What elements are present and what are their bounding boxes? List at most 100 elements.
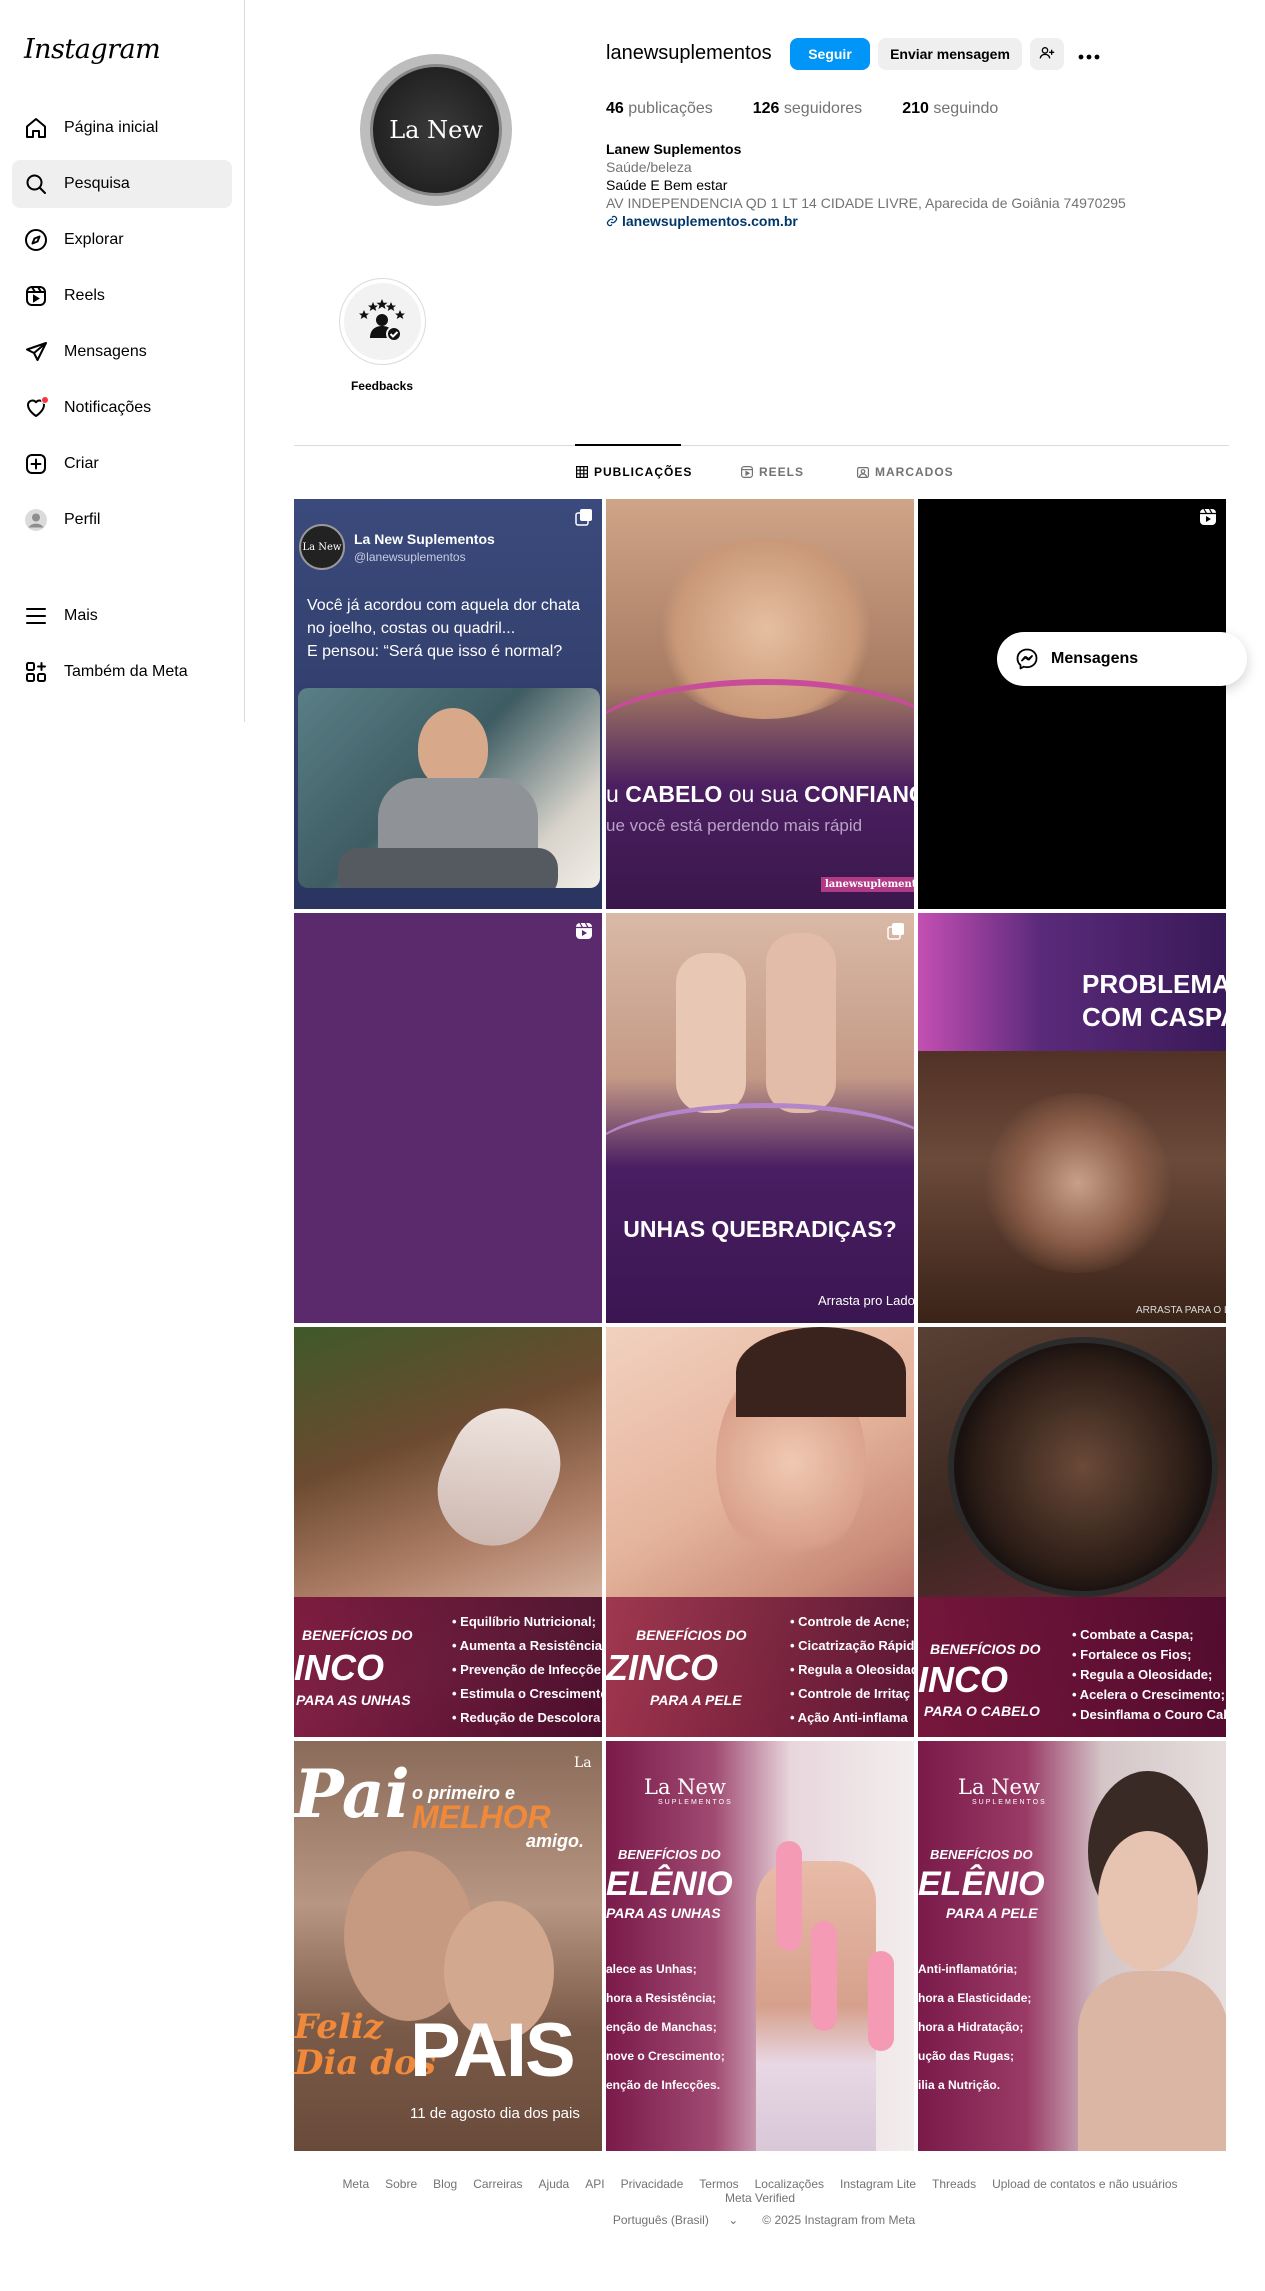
post-tile[interactable]	[918, 499, 1226, 909]
bio-address: AV INDEPENDENCIA QD 1 LT 14 CIDADE LIVRE…	[606, 195, 1126, 211]
reels-icon	[741, 466, 759, 478]
post-benefits-list: • Combate a Caspa; • Fortalece os Fios; • …	[1072, 1627, 1226, 1722]
profile-stats: 46 publicações 126 seguidores 210 seguin…	[606, 100, 1038, 118]
follow-button[interactable]: Seguir	[790, 38, 870, 70]
followers-count[interactable]: 126 seguidores	[753, 100, 862, 118]
tab-label: MARCADOS	[875, 465, 954, 479]
post-photo	[948, 1337, 1218, 1597]
footer-link[interactable]: API	[585, 2177, 604, 2191]
sidebar-item-create[interactable]: Criar	[12, 440, 232, 488]
sidebar-item-label: Mais	[64, 607, 98, 624]
rating-user-icon	[359, 298, 405, 342]
post-tile[interactable]: La New SUPLEMENTOS BENEFÍCIOS DO ELÊNIO …	[918, 1741, 1226, 2151]
post-photo	[676, 953, 746, 1113]
footer-link[interactable]: Instagram Lite	[840, 2177, 916, 2191]
carousel-icon	[575, 509, 592, 526]
post-logo: La	[574, 1755, 592, 1771]
footer-bottom: Português (Brasil) ⌄ © 2025 Instagram fr…	[294, 2213, 1226, 2227]
highlight-cover	[343, 283, 421, 360]
post-tile[interactable]: La New SUPLEMENTOS BENEFÍCIOS DO ELÊNIO …	[606, 1741, 914, 2151]
post-benefit: BENEFÍCIOS DO	[636, 1627, 747, 1643]
sidebar-item-search[interactable]: Pesquisa	[12, 160, 232, 208]
highlight-label: Feedbacks	[350, 379, 414, 393]
footer-link[interactable]: Upload de contatos e não usuários	[992, 2177, 1177, 2191]
post-photo	[811, 1921, 837, 2031]
following-count[interactable]: 210 seguindo	[902, 100, 998, 118]
link-icon	[606, 215, 618, 227]
post-tile[interactable]: La Pai o primeiro e MELHOR amigo. Feliz …	[294, 1741, 602, 2151]
menu-icon	[24, 604, 48, 628]
post-subtitle: amigo.	[526, 1831, 585, 1851]
bio-link[interactable]: lanewsuplementos.com.br	[606, 212, 1126, 230]
post-tile[interactable]: BENEFÍCIOS DO INCO PARA O CABELO • Comba…	[918, 1327, 1226, 1737]
post-photo	[776, 1841, 802, 1951]
footer-link[interactable]: Blog	[433, 2177, 457, 2191]
highlight-feedbacks[interactable]: Feedbacks	[338, 278, 426, 393]
more-options-button[interactable]	[1072, 38, 1106, 70]
post-logo-sub: SUPLEMENTOS	[658, 1799, 733, 1806]
sidebar-item-messages[interactable]: Mensagens	[12, 328, 232, 376]
language-selector[interactable]: Português (Brasil) ⌄	[605, 2213, 746, 2227]
bio-link-text: lanewsuplementos.com.br	[622, 213, 798, 229]
posts-count: 46 publicações	[606, 100, 713, 117]
sidebar-item-explore[interactable]: Explorar	[12, 216, 232, 264]
send-message-button[interactable]: Enviar mensagem	[878, 38, 1022, 70]
post-headline-pais: PAIS	[410, 2008, 576, 2093]
post-photo	[419, 1390, 579, 1564]
profile-avatar[interactable]: La New	[360, 54, 512, 206]
tab-posts[interactable]: PUBLICAÇÕES	[576, 465, 692, 479]
avatar-icon	[24, 508, 48, 532]
tab-reels[interactable]: REELS	[741, 465, 804, 479]
sidebar-item-notifications[interactable]: Notificações	[12, 384, 232, 432]
floating-messages-button[interactable]: Mensagens	[997, 632, 1247, 686]
footer-link[interactable]: Localizações	[755, 2177, 824, 2191]
footer-link[interactable]: Carreiras	[473, 2177, 522, 2191]
post-text-line: no joelho, costas ou quadril...	[307, 620, 516, 637]
post-footer: Arrasta pro Lado	[818, 1293, 914, 1308]
post-account-name: La New Suplementos	[354, 531, 495, 547]
post-date: 11 de agosto dia dos pais	[410, 2105, 580, 2122]
compass-icon	[24, 228, 48, 252]
post-tile[interactable]: UNHAS QUEBRADIÇAS? Arrasta pro Lado	[606, 913, 914, 1323]
post-photo	[1098, 1831, 1198, 1971]
footer-link[interactable]: Privacidade	[621, 2177, 684, 2191]
post-tile[interactable]: BENEFÍCIOS DO ZINCO PARA A PELE • Contro…	[606, 1327, 914, 1737]
sidebar-item-reels[interactable]: Reels	[12, 272, 232, 320]
post-tile[interactable]: La New La New Suplementos @lanewsuplemen…	[294, 499, 602, 909]
footer-link[interactable]: Meta	[342, 2177, 369, 2191]
bio-line: Saúde E Bem estar	[606, 177, 728, 193]
post-benefits-list: alece as Unhas; hora a Resistência; enção …	[606, 1962, 725, 2092]
footer-link[interactable]: Sobre	[385, 2177, 417, 2191]
sidebar-item-label: Notificações	[64, 399, 152, 416]
tab-tagged[interactable]: MARCADOS	[857, 465, 954, 479]
footer-link[interactable]: Threads	[932, 2177, 976, 2191]
post-photo	[868, 1951, 894, 2051]
post-logo-sub: SUPLEMENTOS	[972, 1799, 1047, 1806]
sidebar-item-meta[interactable]: Também da Meta	[12, 648, 232, 696]
meta-apps-icon	[24, 660, 48, 684]
footer-link[interactable]: Ajuda	[539, 2177, 570, 2191]
heart-icon	[24, 396, 49, 420]
post-tile[interactable]: PROBLEMAS COM CASPA ARRASTA PARA O L	[918, 913, 1226, 1323]
bio-name: Lanew Suplementos	[606, 141, 742, 157]
sidebar-item-label: Também da Meta	[64, 663, 188, 680]
post-tile[interactable]: u CABELO ou sua CONFIANÇ ue você está pe…	[606, 499, 914, 909]
post-mineral: ELÊNIO	[606, 1865, 733, 1903]
suggest-users-button[interactable]	[1030, 38, 1064, 70]
post-mineral: INCO	[918, 1659, 1008, 1700]
post-benefit: BENEFÍCIOS DO	[302, 1627, 413, 1643]
post-tile[interactable]: BENEFÍCIOS DO INCO PARA AS UNHAS • Equil…	[294, 1327, 602, 1737]
instagram-logo[interactable]: Instagram	[24, 34, 161, 65]
floating-messages-label: Mensagens	[1051, 650, 1139, 667]
post-benefits-list: • Equilíbrio Nutricional; • Aumenta a Res…	[452, 1614, 602, 1725]
post-headline: PROBLEMAS COM CASPA	[1082, 969, 1226, 1032]
post-tile[interactable]	[294, 913, 602, 1323]
post-logo: La New	[644, 1775, 726, 1799]
footer-link[interactable]: Termos	[699, 2177, 738, 2191]
post-benefits-list: Anti-inflamatória; hora a Elasticidade; ho…	[918, 1962, 1032, 2092]
sidebar-item-home[interactable]: Página inicial	[12, 104, 232, 152]
footer-link[interactable]: Meta Verified	[725, 2191, 795, 2205]
sidebar-item-more[interactable]: Mais	[12, 592, 232, 640]
chevron-down-icon: ⌄	[728, 2213, 739, 2227]
sidebar-item-profile[interactable]: Perfil	[12, 496, 232, 544]
